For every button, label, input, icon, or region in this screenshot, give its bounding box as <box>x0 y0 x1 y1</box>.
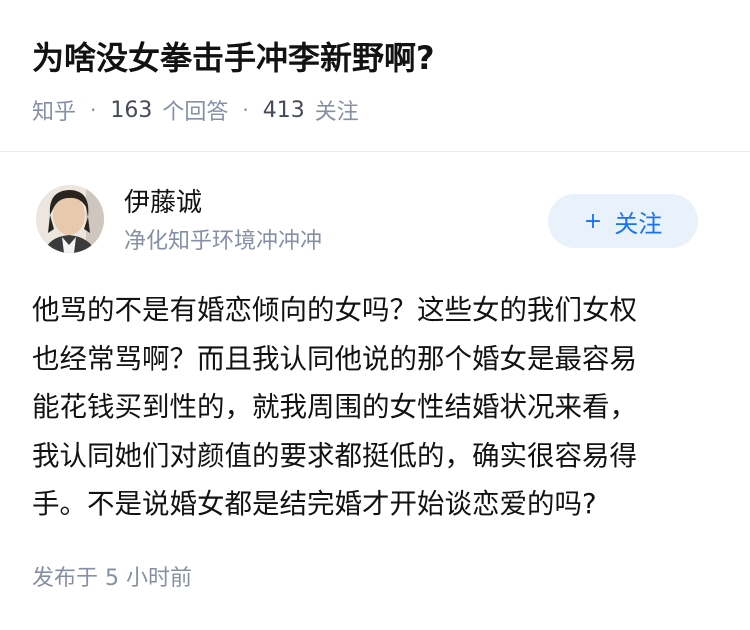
answer-content[interactable]: 他骂的不是有婚恋倾向的女吗？这些女的我们女权 也经常骂啊？而且我认同他说的那个婚… <box>32 286 722 529</box>
author-card: 伊藤诚 净化知乎环境冲冲冲 + 关注 <box>32 183 720 263</box>
publish-time: 发布于 5 小时前 <box>32 566 192 591</box>
separator-dot: · <box>90 98 97 122</box>
separator-dot: · <box>242 98 249 122</box>
answer-line: 能花钱买到性的，就我周围的女性结婚状况来看， <box>32 391 637 423</box>
plus-icon: + <box>583 208 603 234</box>
answers-label[interactable]: 个回答 <box>162 94 228 126</box>
answer-line: 他骂的不是有婚恋倾向的女吗？这些女的我们女权 <box>32 294 637 326</box>
avatar-image <box>36 185 104 253</box>
divider <box>0 151 750 152</box>
answer-line: 手。不是说婚女都是结完婚才开始谈恋爱的吗? <box>32 488 597 520</box>
author-bio: 净化知乎环境冲冲冲 <box>124 229 323 254</box>
follow-button[interactable]: + 关注 <box>548 194 698 248</box>
source-label[interactable]: 知乎 <box>32 94 76 126</box>
answer-line: 我认同她们对颜值的要求都挺低的，确实很容易得 <box>32 439 637 472</box>
follow-button-label: 关注 <box>614 209 663 238</box>
followers-count: 413 <box>262 97 305 123</box>
question-meta: 知乎 · 163 个回答 · 413 关注 <box>32 94 359 126</box>
question-header: 为啥没女拳击手冲李新野啊? 知乎 · 163 个回答 · 413 关注 <box>0 0 750 152</box>
followers-label: 关注 <box>314 100 359 125</box>
question-title[interactable]: 为啥没女拳击手冲李新野啊? <box>32 34 722 82</box>
author-name[interactable]: 伊藤诚 <box>124 185 202 221</box>
answer-line: 也经常骂啊？而且我认同他说的那个婚女是最容易 <box>32 342 637 375</box>
answers-count: 163 <box>110 97 153 123</box>
avatar[interactable] <box>36 185 104 253</box>
